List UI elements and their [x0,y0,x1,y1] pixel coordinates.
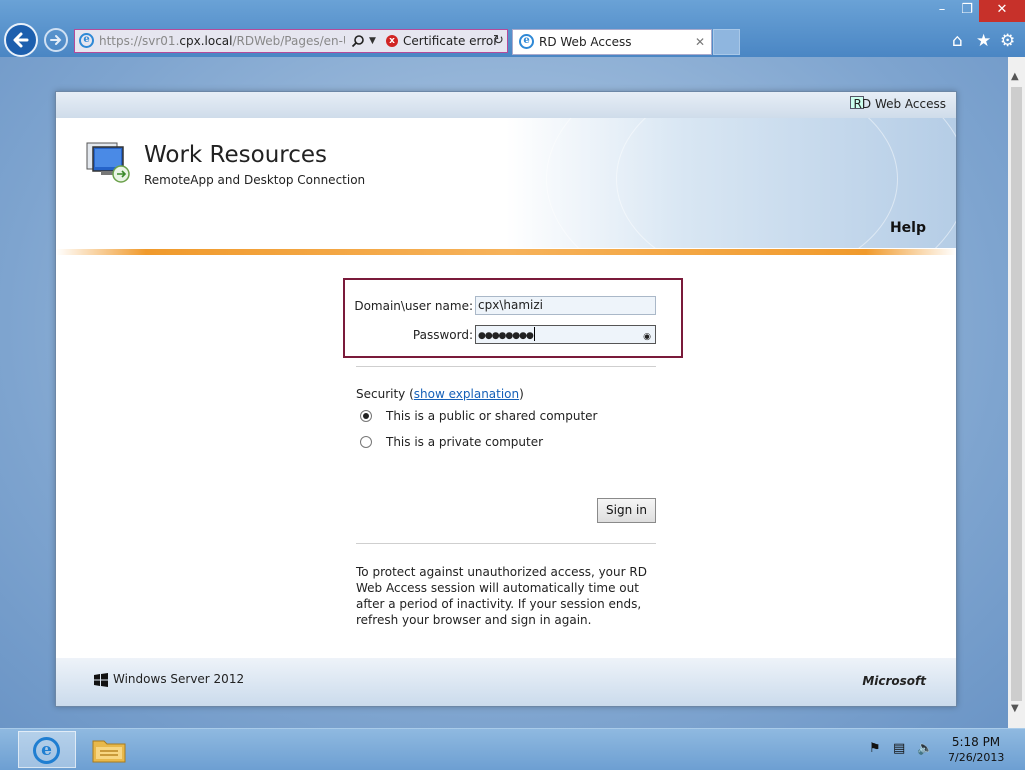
page-subtitle: RemoteApp and Desktop Connection [144,173,366,187]
page-title: Work Resources [144,142,328,168]
rd-web-access-panel: RD Web Access Work Resources RemoteApp a… [55,91,957,707]
vertical-scrollbar[interactable]: ▲ ▼ [1008,57,1025,728]
back-arrow-icon [13,32,29,48]
restore-button[interactable]: ❐ [955,0,979,22]
close-icon[interactable]: ✕ [695,30,705,54]
windows-server-label: Windows Server 2012 [113,672,245,686]
home-icon[interactable]: ⌂ [952,31,963,51]
remote-desktop-icon [86,142,130,183]
microsoft-logo: Microsoft [862,674,926,688]
cert-error-label[interactable]: Certificate error [403,30,498,52]
favorites-star-icon[interactable]: ★ [976,31,991,51]
clock-date[interactable]: 7/26/2013 [948,751,1004,764]
tab-rd-web-access[interactable]: e RD Web Access ✕ [512,29,712,55]
address-url[interactable]: https://svr01.cpx.local/RDWeb/Pages/en-U… [99,30,345,52]
chevron-down-icon[interactable]: ▼ [369,30,376,52]
show-explanation-link[interactable]: show explanation [414,387,519,401]
volume-muted-icon[interactable]: 🔈 [917,741,933,756]
cert-error-icon[interactable]: x [386,35,398,47]
gear-icon[interactable]: ⚙ [1000,31,1015,51]
new-tab-button[interactable] [713,29,740,55]
back-button[interactable] [4,23,38,57]
globe-decoration-inner [616,118,898,248]
forward-arrow-icon [50,35,62,45]
reveal-password-icon[interactable]: ◉ [643,329,651,346]
search-icon[interactable] [351,34,365,48]
file-explorer-icon[interactable] [92,737,126,763]
divider [356,366,656,367]
radio-public-computer[interactable] [360,410,372,422]
network-icon[interactable]: ▤ [893,741,905,756]
header-banner: Work Resources RemoteApp and Desktop Con… [56,118,956,248]
password-field[interactable]: ●●●●●●●● ◉ [475,325,656,344]
scroll-thumb[interactable] [1011,87,1022,701]
forward-button[interactable] [44,28,68,52]
windows-logo-icon [94,673,108,687]
internet-explorer-icon: e [33,737,60,764]
panel-top-label: RD Web Access [853,97,946,111]
ie-page-icon: e [79,33,94,48]
username-label: Domain\user name: [354,299,473,313]
timeout-notice: To protect against unauthorized access, … [356,565,647,627]
taskbar: e ⚑ ▤ 🔈 5:18 PM 7/26/2013 [0,728,1025,770]
browser-chrome: e https://svr01.cpx.local/RDWeb/Pages/en… [0,0,1025,57]
address-bar[interactable]: e https://svr01.cpx.local/RDWeb/Pages/en… [74,29,508,53]
close-window-button[interactable]: ✕ [979,0,1025,22]
username-field[interactable]: cpx\hamizi [475,296,656,315]
password-label: Password: [412,328,473,342]
panel-top-bar: RD Web Access [56,92,956,119]
scroll-up-icon[interactable]: ▲ [1011,71,1019,82]
password-value: ●●●●●●●● [478,331,534,341]
accent-divider [56,249,956,255]
refresh-icon[interactable]: ↻ [493,30,504,52]
action-center-flag-icon[interactable]: ⚑ [869,741,881,756]
credentials-highlight-box: Domain\user name: cpx\hamizi Password: ●… [343,278,683,358]
sign-in-button[interactable]: Sign in [597,498,656,523]
security-label: Security (show explanation) [356,387,524,401]
radio-private-label[interactable]: This is a private computer [386,435,543,449]
radio-private-computer[interactable] [360,436,372,448]
radio-public-label[interactable]: This is a public or shared computer [386,409,597,423]
taskbar-ie-button[interactable]: e [18,731,76,768]
clock-time[interactable]: 5:18 PM [948,735,1004,749]
tab-label: RD Web Access [539,35,632,49]
ie-tab-icon: e [519,34,534,49]
divider [356,543,656,544]
scroll-down-icon[interactable]: ▼ [1011,703,1019,714]
panel-footer: Windows Server 2012 Microsoft [56,658,956,706]
minimize-button[interactable]: – [930,0,954,22]
help-link[interactable]: Help [890,220,926,236]
